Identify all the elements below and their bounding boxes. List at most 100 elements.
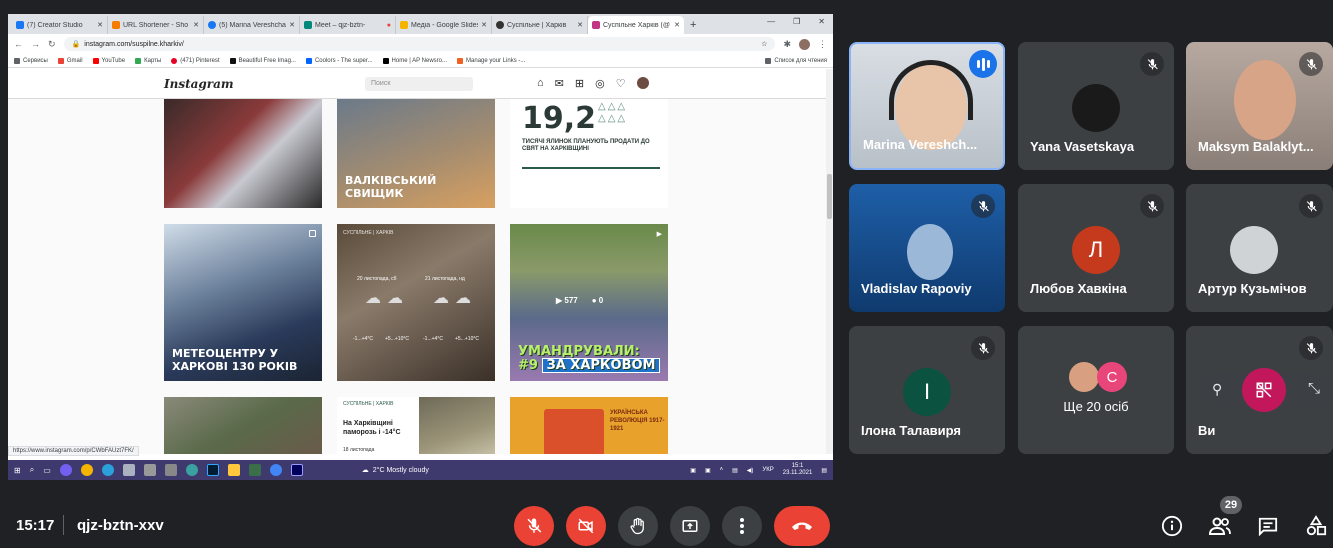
close-icon[interactable]: ✕ — [674, 21, 680, 29]
close-icon[interactable]: ✕ — [577, 21, 583, 29]
search-input[interactable]: Поиск — [365, 77, 473, 91]
scrollbar[interactable] — [826, 69, 833, 454]
weather-widget[interactable]: ☁ 2°C Mostly cloudy — [362, 466, 429, 475]
bookmark-star-icon[interactable]: ☆ — [761, 40, 767, 48]
browser-tab[interactable]: (7) Creator Studio ✕ — [12, 16, 108, 34]
close-icon[interactable]: ✕ — [289, 21, 295, 29]
tray-app-icon[interactable]: ▣ — [705, 467, 711, 474]
close-window-icon[interactable]: ✕ — [818, 17, 825, 26]
close-icon[interactable]: ● — [387, 22, 391, 29]
heart-icon[interactable]: ♡ — [616, 77, 626, 90]
post-thumbnail[interactable]: СУСПІЛЬНЕ | ХАРКІВ На Харківщині памороз… — [337, 397, 495, 454]
camera-toggle-button[interactable] — [566, 506, 606, 546]
chevron-up-icon[interactable]: ˄ — [720, 467, 724, 473]
chrome-active-icon[interactable] — [269, 464, 282, 476]
post-thumbnail[interactable]: СУСПІЛЬНЕ | ХАРКІВ 20 листопада, сб 21 л… — [337, 224, 495, 381]
more-options-button[interactable] — [722, 506, 762, 546]
viber-icon[interactable] — [59, 464, 72, 476]
browser-tab[interactable]: URL Shortener - Sho ✕ — [108, 16, 204, 34]
close-icon[interactable]: ✕ — [193, 21, 199, 29]
tray-app-icon[interactable]: ▣ — [690, 467, 696, 474]
reading-list-button[interactable]: Список для чтения — [765, 57, 827, 64]
browser-tab[interactable]: (5) Marina Vereshcha ✕ — [204, 16, 300, 34]
new-tab-button[interactable]: + — [684, 16, 702, 34]
edge-icon[interactable] — [185, 464, 198, 476]
minimize-icon[interactable]: — — [767, 17, 775, 26]
address-bar[interactable]: 🔒 instagram.com/suspilne.kharkiv/ ☆ — [63, 37, 776, 51]
post-thumbnail[interactable]: УКРАЇНСЬКА РЕВОЛЮЦІЯ 1917-1921 — [510, 397, 668, 454]
bookmark-item[interactable]: Home | AP Newsro... — [382, 57, 447, 64]
calculator-icon[interactable] — [143, 464, 156, 476]
profile-avatar[interactable] — [636, 77, 649, 89]
bookmark-item[interactable]: Manage your Links -... — [457, 57, 525, 64]
bookmark-item[interactable]: YouTube — [92, 57, 125, 64]
microphone-toggle-button[interactable] — [514, 506, 554, 546]
store-icon[interactable] — [122, 464, 135, 476]
post-thumbnail[interactable] — [164, 397, 322, 454]
explore-icon[interactable]: ◎ — [595, 77, 605, 90]
browser-tab[interactable]: Суспільне | Харків ✕ — [492, 16, 588, 34]
photoshop-icon[interactable] — [206, 464, 219, 476]
folder-icon[interactable] — [227, 464, 240, 476]
participant-tile[interactable]: Артур Кузьмічов — [1186, 184, 1333, 312]
pin-icon[interactable]: ⚲ — [1212, 381, 1222, 398]
home-icon[interactable]: ⌂ — [537, 77, 544, 90]
close-icon[interactable]: ✕ — [481, 21, 487, 29]
messenger-icon[interactable]: ✉ — [555, 77, 564, 90]
network-icon[interactable]: ▤ — [732, 467, 738, 474]
browser-tab[interactable]: Медіа - Google Slides ✕ — [396, 16, 492, 34]
bookmark-item[interactable]: (471) Pinterest — [171, 57, 220, 64]
bookmark-item[interactable]: Gmail — [57, 57, 83, 64]
settings-icon[interactable] — [164, 464, 177, 476]
forward-icon[interactable]: → — [31, 39, 40, 49]
language-indicator[interactable]: УКР — [762, 467, 773, 473]
participant-tile[interactable]: І Ілона Талавиря — [849, 326, 1005, 454]
leave-call-button[interactable] — [774, 506, 830, 546]
chat-button[interactable] — [1256, 514, 1280, 538]
telegram-icon[interactable] — [101, 464, 114, 476]
raise-hand-button[interactable] — [618, 506, 658, 546]
close-icon[interactable]: ✕ — [97, 21, 103, 29]
notifications-icon[interactable]: ▤ — [821, 467, 827, 474]
meeting-code[interactable]: qjz-bztn-xxv — [77, 517, 164, 534]
search-icon[interactable]: ⌕ — [30, 465, 34, 475]
participant-tile-active-speaker[interactable]: Marina Vereshch... — [849, 42, 1005, 170]
task-view-icon[interactable]: ▭ — [43, 466, 51, 475]
reload-icon[interactable]: ↻ — [48, 39, 56, 50]
post-thumbnail-hovered[interactable]: ▶ ▶ 577 ● 0 УМАНДРУВАЛИ: #9 ЗА ХАРКОВОМ — [510, 224, 668, 381]
back-icon[interactable]: ← — [14, 39, 23, 49]
extensions-icon[interactable]: ✱ — [783, 39, 791, 50]
taskbar-clock[interactable]: 15:1 23.11.2021 — [783, 463, 813, 477]
bookmark-item[interactable]: Сервисы — [14, 57, 48, 64]
participant-tile[interactable]: Л Любов Хавкіна — [1018, 184, 1174, 312]
bookmark-item[interactable]: Coolors - The super... — [305, 57, 373, 64]
app-icon[interactable] — [248, 464, 261, 476]
participant-tile[interactable]: Maksym Balaklyt... — [1186, 42, 1333, 170]
premiere-icon[interactable] — [290, 464, 303, 476]
participant-tile[interactable]: Yana Vasetskaya — [1018, 42, 1174, 170]
browser-tab-active[interactable]: Суспільне Харків (@ ✕ — [588, 16, 684, 34]
present-screen-button[interactable] — [670, 506, 710, 546]
post-thumbnail[interactable]: 19,2 △△△ △△△ ТИСЯЧІ ЯЛИНОК ПЛАНУЮТЬ ПРОДА… — [510, 99, 668, 208]
scrollbar-thumb[interactable] — [827, 174, 832, 219]
activities-button[interactable] — [1304, 514, 1328, 538]
chrome-icon[interactable] — [80, 464, 93, 476]
volume-icon[interactable]: ◀) — [747, 467, 754, 474]
new-post-icon[interactable]: ⊞ — [575, 77, 584, 90]
windows-start-icon[interactable]: ⊞ — [14, 466, 21, 475]
post-thumbnail[interactable]: МЕТЕОЦЕНТРУ У ХАРКОВІ 130 РОКІВ — [164, 224, 322, 381]
browser-tab[interactable]: Meet – qjz-bztn- ● — [300, 16, 396, 34]
post-thumbnail[interactable]: ВАЛКІВСЬКИЙ СВИЩИК — [337, 99, 495, 208]
post-thumbnail[interactable] — [164, 99, 322, 208]
people-button[interactable] — [1208, 514, 1232, 538]
participant-tile[interactable]: Vladislav Rapoviy — [849, 184, 1005, 312]
maximize-icon[interactable]: ❐ — [793, 17, 800, 26]
menu-icon[interactable]: ⋮ — [818, 39, 827, 50]
camera-off-badge-icon[interactable] — [1242, 368, 1286, 412]
minimize-tile-icon[interactable]: ⤡ — [1308, 380, 1320, 397]
bookmark-item[interactable]: Карты — [135, 57, 161, 64]
instagram-logo[interactable]: Instagram — [164, 77, 234, 91]
meeting-details-button[interactable] — [1160, 514, 1184, 538]
profile-avatar[interactable] — [799, 38, 810, 50]
bookmark-item[interactable]: Beautiful Free Imag... — [229, 57, 296, 64]
